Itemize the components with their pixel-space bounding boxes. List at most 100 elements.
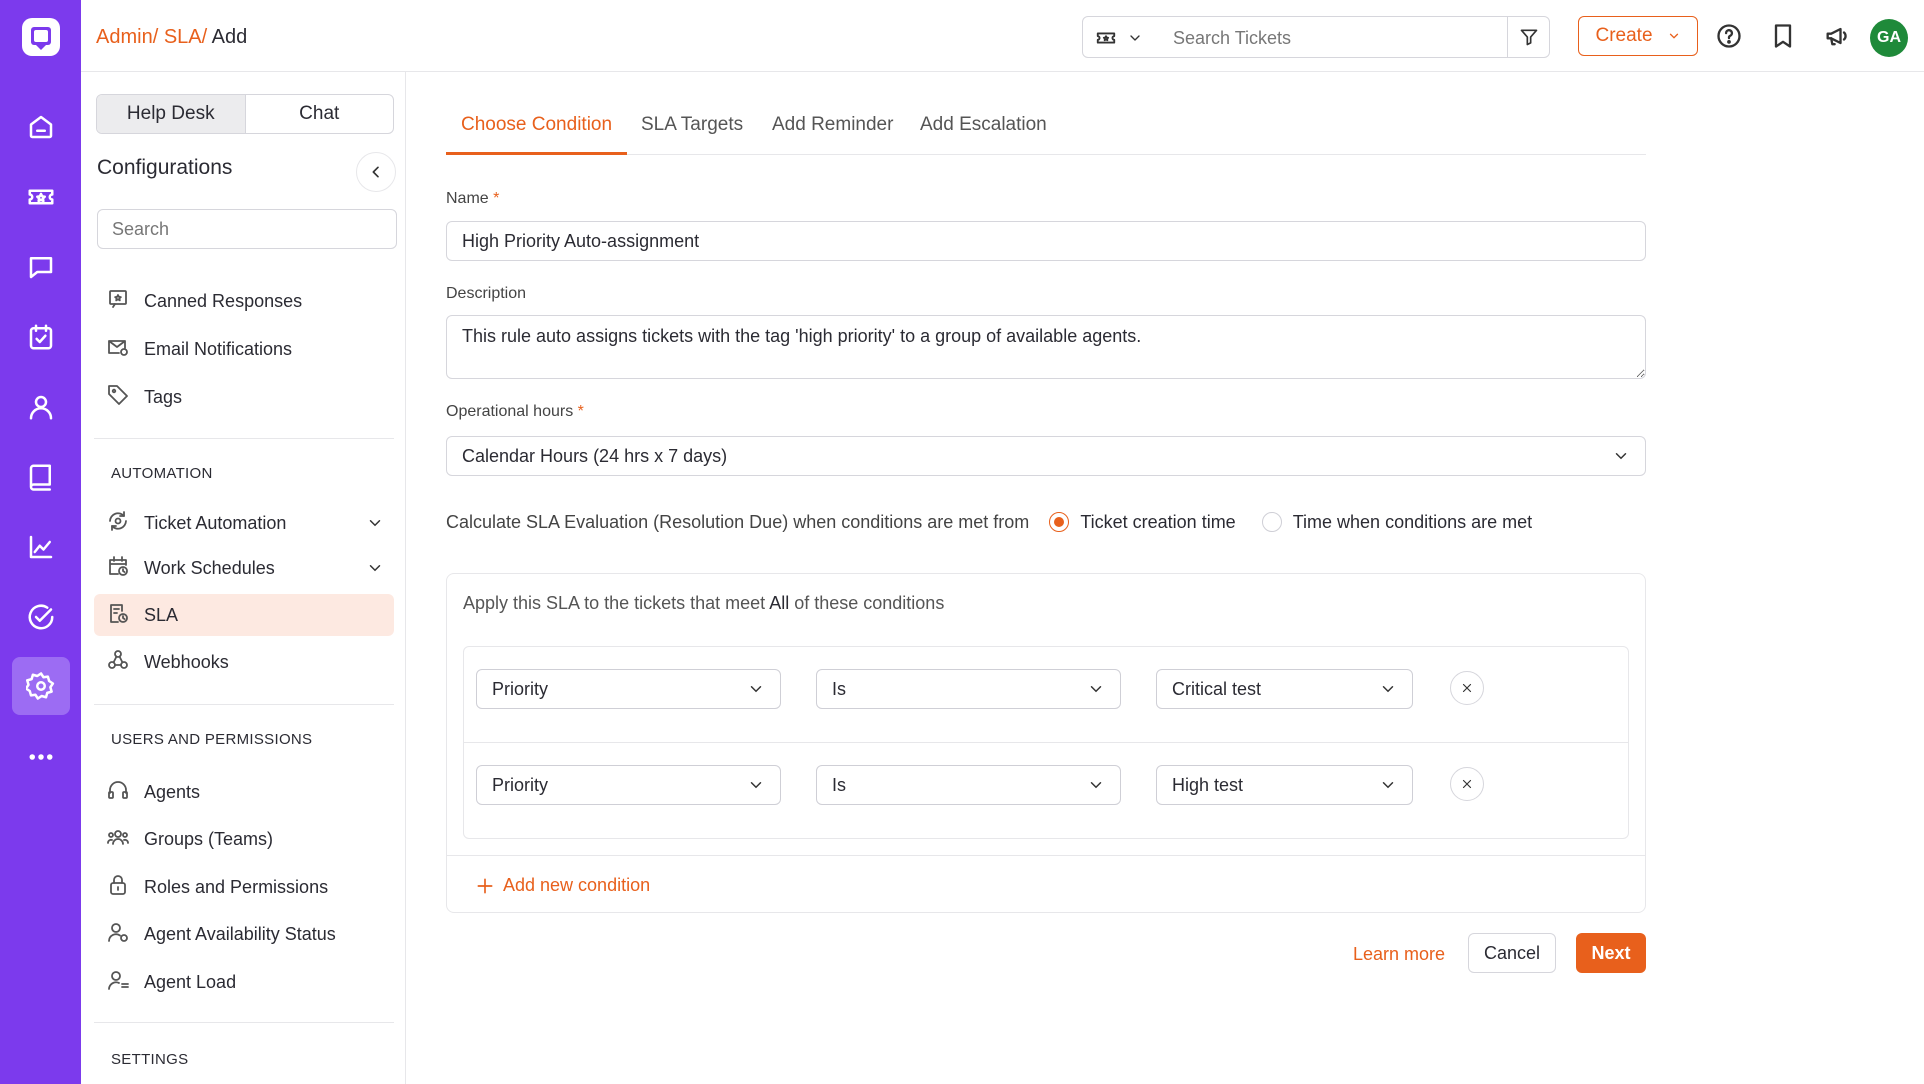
next-button[interactable]: Next — [1576, 933, 1646, 973]
tasks-icon[interactable] — [12, 308, 70, 366]
automation-icon — [106, 509, 134, 537]
remove-condition-button[interactable] — [1450, 671, 1484, 705]
condition-field-select[interactable]: Priority — [476, 765, 781, 805]
sidebar-item-tags[interactable]: Tags — [94, 376, 394, 418]
sidebar-item-agent-availability[interactable]: Agent Availability Status — [94, 913, 394, 955]
segment-chat[interactable]: Chat — [246, 95, 394, 133]
condition-value-select[interactable]: High test — [1156, 765, 1413, 805]
sidebar-search-input[interactable] — [97, 209, 397, 249]
condition-row: Priority Is Critical test — [464, 647, 1628, 743]
ticket-icon — [1095, 27, 1117, 49]
more-icon[interactable] — [12, 728, 70, 786]
sidebar-item-agent-load[interactable]: Agent Load — [94, 961, 394, 1003]
condition-operator-select[interactable]: Is — [816, 669, 1121, 709]
sidebar-item-groups[interactable]: Groups (Teams) — [94, 818, 394, 860]
app-logo-icon[interactable] — [20, 16, 62, 58]
description-textarea[interactable]: This rule auto assigns tickets with the … — [446, 315, 1646, 379]
tab-sla-targets[interactable]: SLA Targets — [626, 112, 758, 155]
help-icon[interactable] — [1715, 22, 1743, 50]
calc-label: Calculate SLA Evaluation (Resolution Due… — [446, 512, 1029, 533]
lock-icon — [106, 873, 134, 901]
radio-dot — [1049, 512, 1069, 532]
create-button[interactable]: Create — [1578, 16, 1698, 56]
avatar[interactable]: GA — [1870, 19, 1908, 57]
bookmark-icon[interactable] — [1769, 22, 1797, 50]
learn-more-link[interactable]: Learn more — [1353, 944, 1445, 965]
section-header-users: USERS AND PERMISSIONS — [111, 731, 312, 748]
chevron-down-icon[interactable] — [366, 514, 384, 532]
section-header-settings: SETTINGS — [111, 1051, 188, 1068]
chevron-left-icon — [368, 164, 384, 180]
description-label: Description — [446, 285, 526, 303]
sidebar-item-agents[interactable]: Agents — [94, 771, 394, 813]
collapse-sidebar-button[interactable] — [356, 152, 396, 192]
sidebar-item-ticket-automation[interactable]: Ticket Automation — [94, 502, 394, 544]
tag-icon — [106, 383, 134, 411]
close-icon — [1460, 681, 1474, 695]
group-icon — [106, 825, 134, 853]
operational-hours-select[interactable]: Calendar Hours (24 hrs x 7 days) — [446, 436, 1646, 476]
cancel-button[interactable]: Cancel — [1468, 933, 1556, 973]
chevron-down-icon[interactable] — [366, 559, 384, 577]
knowledge-base-icon[interactable] — [12, 448, 70, 506]
chevron-down-icon — [1379, 680, 1397, 698]
chevron-down-icon — [1667, 29, 1681, 43]
divider — [94, 704, 394, 705]
tab-choose-condition[interactable]: Choose Condition — [446, 112, 627, 155]
sidebar-item-webhooks[interactable]: Webhooks — [94, 641, 394, 683]
breadcrumb-sla[interactable]: SLA/ — [164, 26, 207, 48]
tickets-icon[interactable] — [12, 168, 70, 226]
condition-value-select[interactable]: Critical test — [1156, 669, 1413, 709]
sla-icon — [106, 601, 134, 629]
ticket-type-selector[interactable] — [1095, 27, 1143, 49]
announcement-icon[interactable] — [1823, 22, 1851, 50]
remove-condition-button[interactable] — [1450, 767, 1484, 801]
name-input[interactable] — [446, 221, 1646, 261]
chat-icon[interactable] — [12, 238, 70, 296]
breadcrumb: Admin/ SLA/ Add — [96, 26, 247, 49]
radio-dot — [1262, 512, 1282, 532]
plus-icon — [475, 876, 495, 896]
ticket-search — [1082, 16, 1550, 58]
step-tabs: Choose Condition SLA Targets Add Reminde… — [446, 112, 1646, 155]
reports-icon[interactable] — [12, 518, 70, 576]
sidebar-item-email-notifications[interactable]: Email Notifications — [94, 328, 394, 370]
condition-operator-select[interactable]: Is — [816, 765, 1121, 805]
calendar-clock-icon — [106, 554, 134, 582]
tab-add-reminder[interactable]: Add Reminder — [757, 112, 908, 155]
conditions-title: Apply this SLA to the tickets that meet … — [463, 593, 944, 614]
config-sidebar: Help Desk Chat Configurations Canned Res… — [81, 72, 406, 1084]
settings-gear-icon[interactable] — [12, 657, 70, 715]
radio-ticket-creation-time[interactable]: Ticket creation time — [1049, 512, 1235, 533]
contacts-icon[interactable] — [12, 378, 70, 436]
home-icon[interactable] — [12, 98, 70, 156]
chevron-down-icon — [1612, 447, 1630, 465]
user-status-icon — [106, 920, 134, 948]
approvals-icon[interactable] — [12, 588, 70, 646]
chevron-down-icon — [1087, 776, 1105, 794]
sidebar-item-work-schedules[interactable]: Work Schedules — [94, 547, 394, 589]
sidebar-item-roles[interactable]: Roles and Permissions — [94, 866, 394, 908]
segment-help-desk[interactable]: Help Desk — [97, 95, 246, 133]
sla-evaluation-row: Calculate SLA Evaluation (Resolution Due… — [446, 507, 1532, 537]
sidebar-item-canned-responses[interactable]: Canned Responses — [94, 280, 394, 322]
conditions-panel: Apply this SLA to the tickets that meet … — [446, 573, 1646, 913]
product-switch: Help Desk Chat — [96, 94, 394, 134]
webhook-icon — [106, 648, 134, 676]
chevron-down-icon — [747, 776, 765, 794]
add-condition-button[interactable]: Add new condition — [475, 875, 650, 896]
user-load-icon — [106, 968, 134, 996]
divider — [447, 855, 1645, 856]
condition-field-select[interactable]: Priority — [476, 669, 781, 709]
search-tickets-input[interactable] — [1173, 25, 1493, 51]
sidebar-item-sla[interactable]: SLA — [94, 594, 394, 636]
radio-conditions-met-time[interactable]: Time when conditions are met — [1262, 512, 1532, 533]
filter-icon[interactable] — [1507, 17, 1549, 57]
email-notification-icon — [106, 335, 134, 363]
tab-add-escalation[interactable]: Add Escalation — [905, 112, 1062, 155]
section-header-automation: AUTOMATION — [111, 465, 213, 482]
name-label: Name * — [446, 190, 499, 208]
breadcrumb-admin[interactable]: Admin/ — [96, 26, 158, 48]
chevron-down-icon — [747, 680, 765, 698]
operational-hours-label: Operational hours * — [446, 403, 584, 421]
